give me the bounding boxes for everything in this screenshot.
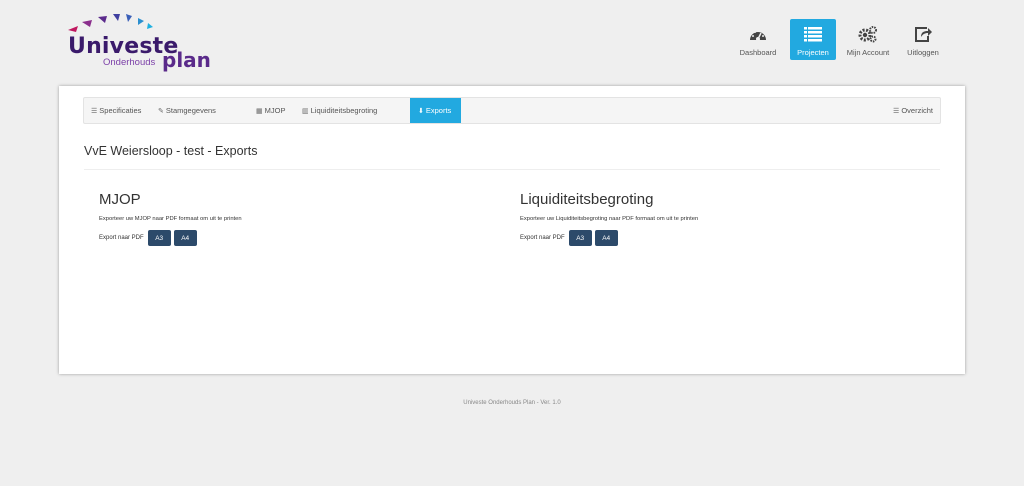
- tab-overzicht-label: Overzicht: [901, 106, 933, 115]
- liquiditeitsbegroting-export-section: Liquiditeitsbegroting Exporteer uw Liqui…: [520, 191, 698, 246]
- liquiditeit-export-a3-button[interactable]: A3: [568, 230, 592, 246]
- nav-mijn-account-label: Mijn Account: [846, 48, 890, 57]
- section-title: Liquiditeitsbegroting: [520, 191, 654, 208]
- logo-arcs-icon: [68, 14, 153, 32]
- section-description: Exporteer uw MJOP naar PDF formaat om ui…: [99, 216, 242, 222]
- main-panel: ☰ Specificaties ✎ Stamgegevens ▦ MJOP ▥ Liqu…: [59, 86, 965, 374]
- tab-liquiditeitsbegroting-label: Liquiditeitsbegroting: [310, 106, 378, 115]
- share-icon: [914, 24, 932, 44]
- tab-exports[interactable]: ⬇ Exports: [410, 98, 461, 123]
- nav-uitloggen[interactable]: Uitloggen: [900, 19, 946, 60]
- nav-projecten[interactable]: Projecten: [790, 19, 836, 60]
- nav-mijn-account[interactable]: Mijn Account: [842, 19, 894, 60]
- divider: [84, 169, 940, 170]
- calendar-icon: ▦: [256, 108, 263, 115]
- list-icon: [804, 24, 822, 44]
- list-icon: ☰: [893, 108, 900, 115]
- sub-navigation: ☰ Specificaties ✎ Stamgegevens ▦ MJOP ▥ Liqu…: [83, 97, 941, 124]
- nav-dashboard-label: Dashboard: [739, 48, 777, 57]
- mjop-export-section: MJOP Exporteer uw MJOP naar PDF formaat …: [99, 191, 242, 246]
- gears-icon: [858, 24, 878, 44]
- tab-specificaties[interactable]: ☰ Specificaties: [91, 98, 141, 123]
- nav-dashboard[interactable]: Dashboard: [732, 19, 784, 60]
- mjop-export-a4-button[interactable]: A4: [173, 230, 197, 246]
- export-row: Export naar PDF A3 A4: [520, 230, 698, 246]
- mjop-export-a3-button[interactable]: A3: [147, 230, 171, 246]
- tab-mjop[interactable]: ▦ MJOP: [256, 98, 285, 123]
- nav-uitloggen-label: Uitloggen: [907, 48, 939, 57]
- brand-name-sub: Onderhouds: [103, 57, 156, 68]
- tab-stamgegevens-label: Stamgegevens: [165, 106, 216, 115]
- section-title: MJOP: [99, 191, 141, 208]
- brand-name-tail: plan: [162, 48, 211, 72]
- page-title: VvE Weiersloop - test - Exports: [84, 144, 258, 158]
- nav-projecten-label: Projecten: [797, 48, 829, 57]
- pencil-icon: ✎: [158, 108, 164, 115]
- top-nav: Dashboard Projecten Mijn Account Uitlogg…: [732, 19, 946, 60]
- download-icon: ⬇: [418, 108, 424, 115]
- tab-specificaties-label: Specificaties: [99, 106, 142, 115]
- tab-mjop-label: MJOP: [264, 106, 286, 115]
- list-alt-icon: ☰: [91, 108, 98, 115]
- export-label: Export naar PDF: [99, 235, 144, 241]
- export-row: Export naar PDF A3 A4: [99, 230, 242, 246]
- brand-logo[interactable]: Univeste Onderhouds plan: [66, 12, 211, 72]
- bar-chart-icon: ▥: [302, 108, 309, 115]
- tab-liquiditeitsbegroting[interactable]: ▥ Liquiditeitsbegroting: [302, 98, 377, 123]
- tab-exports-label: Exports: [425, 106, 452, 115]
- tab-overzicht[interactable]: ☰ Overzicht: [893, 98, 933, 123]
- tab-stamgegevens[interactable]: ✎ Stamgegevens: [158, 98, 216, 123]
- section-description: Exporteer uw Liquiditeitsbegroting naar …: [520, 216, 699, 222]
- liquiditeit-export-a4-button[interactable]: A4: [594, 230, 618, 246]
- dashboard-icon: [748, 24, 768, 44]
- footer-text: Univeste Onderhouds Plan - Ver. 1.0: [463, 400, 561, 406]
- export-label: Export naar PDF: [520, 235, 565, 241]
